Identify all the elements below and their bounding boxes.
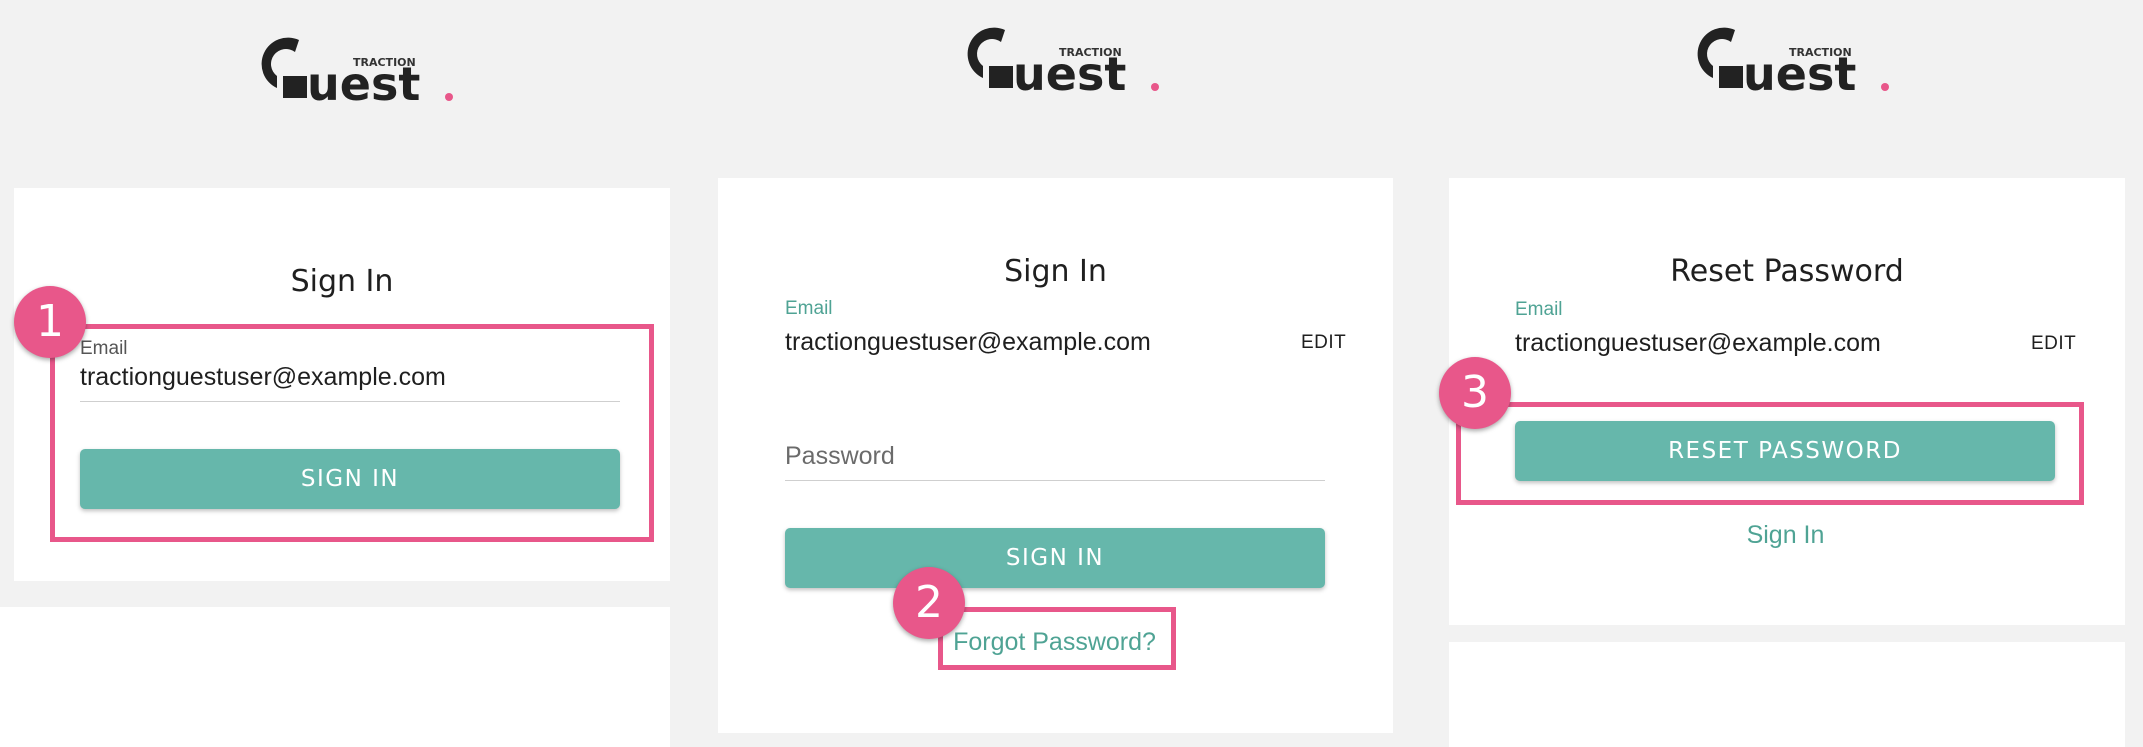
edit-email-link[interactable]: EDIT xyxy=(1301,332,1346,354)
highlight-box-2 xyxy=(938,607,1176,670)
highlight-box-1 xyxy=(50,324,654,542)
sign-in-button[interactable]: SIGN IN xyxy=(785,528,1325,588)
traction-guest-logo: TRACTION uest xyxy=(953,16,1183,116)
card-title: Sign In xyxy=(1004,254,1107,289)
edit-email-link[interactable]: EDIT xyxy=(2031,333,2076,355)
panel-password-step: TRACTION uest Sign In Email tractiongues… xyxy=(703,0,1393,747)
background-card xyxy=(0,607,670,747)
sign-in-link[interactable]: Sign In xyxy=(1619,521,1952,550)
panel-email-step: TRACTION uest Sign In Email tractiongues… xyxy=(0,0,670,747)
password-input[interactable]: Password xyxy=(785,442,895,471)
logo-dot xyxy=(1151,83,1159,91)
email-value: tractionguestuser@example.com xyxy=(785,328,1151,356)
logo-big-text: uest xyxy=(1013,47,1126,101)
step-badge-2: 2 xyxy=(893,567,965,639)
step-badge-1: 1 xyxy=(14,286,86,358)
step-badge-3: 3 xyxy=(1439,357,1511,429)
highlight-box-3 xyxy=(1456,402,2084,505)
logo-big-text: uest xyxy=(307,57,420,111)
email-value: tractionguestuser@example.com xyxy=(1515,329,1881,357)
email-label: Email xyxy=(1515,299,1563,320)
password-underline xyxy=(785,480,1325,481)
card-title: Reset Password xyxy=(1670,254,1904,289)
logo-dot xyxy=(1881,83,1889,91)
email-label: Email xyxy=(785,298,833,319)
traction-guest-logo: TRACTION uest xyxy=(1683,16,1913,116)
card-title: Sign In xyxy=(290,264,394,299)
logo-big-text: uest xyxy=(1743,47,1856,101)
panel-reset-step: TRACTION uest Reset Password Email tract… xyxy=(1433,0,2143,747)
traction-guest-logo: TRACTION uest xyxy=(247,26,477,126)
logo-dot xyxy=(445,93,453,101)
background-card xyxy=(1449,642,2125,747)
